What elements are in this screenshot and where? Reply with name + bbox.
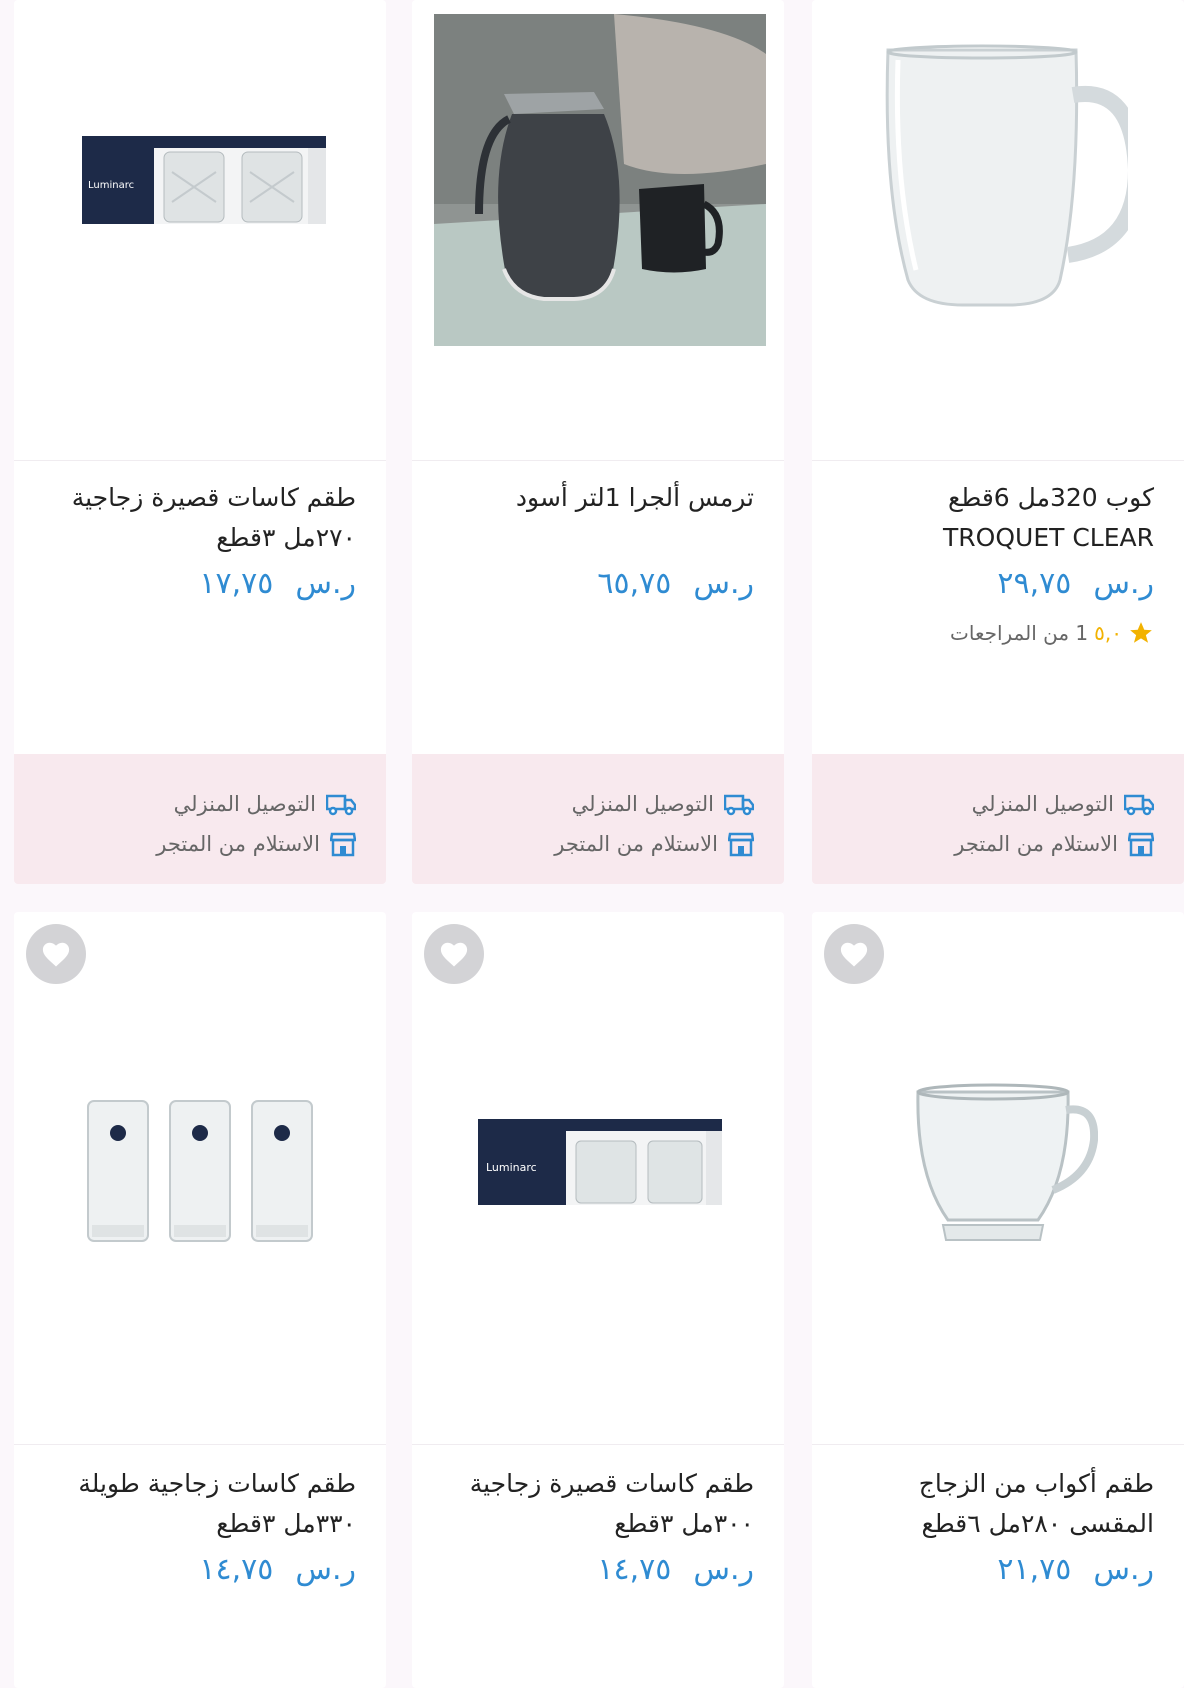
- product-price: ر.س ١٤,٧٥: [597, 1552, 754, 1587]
- home-delivery-label: التوصيل المنزلي: [971, 792, 1114, 816]
- product-card[interactable]: كوب 320مل 6قطع TROQUET CLEAR ر.س ٢٩,٧٥ ٥…: [812, 0, 1184, 884]
- glass-set-box-image: Luminarc: [478, 1119, 722, 1205]
- store-pickup: الاستلام من المتجر: [14, 824, 356, 864]
- product-image[interactable]: [812, 0, 1184, 460]
- product-grid: كوب 320مل 6قطع TROQUET CLEAR ر.س ٢٩,٧٥ ٥…: [0, 0, 1184, 1688]
- product-price: ر.س ١٤,٧٥: [199, 1552, 356, 1587]
- delivery-options: التوصيل المنزلي الاستلام من المتجر: [14, 754, 386, 884]
- product-card[interactable]: Luminarc طقم كاسات قصيرة زجاجية ٢٧٠مل ٣ق…: [14, 0, 386, 884]
- brand-logo: Luminarc: [88, 180, 134, 191]
- star-icon: [1130, 622, 1152, 643]
- store-pickup: الاستلام من المتجر: [412, 824, 754, 864]
- store-icon: [728, 832, 754, 857]
- store-icon: [330, 832, 356, 857]
- product-name[interactable]: طقم كاسات قصيرة زجاجية ٣٠٠مل ٣قطع: [434, 1464, 754, 1544]
- home-delivery: التوصيل المنزلي: [812, 784, 1154, 824]
- truck-icon: [1124, 794, 1154, 816]
- product-image[interactable]: [14, 912, 386, 1444]
- price-value: ٦٥,٧٥: [597, 566, 672, 601]
- brand-logo: Luminarc: [486, 1161, 537, 1174]
- product-card[interactable]: ترمس ألجرا 1لتر أسود ر.س ٦٥,٧٥ التوصيل ا…: [412, 0, 784, 884]
- store-pickup-label: الاستلام من المتجر: [554, 832, 718, 856]
- currency: ر.س: [693, 566, 754, 601]
- price-value: ١٤,٧٥: [597, 1552, 672, 1587]
- product-image[interactable]: [812, 912, 1184, 1444]
- currency: ر.س: [1093, 1552, 1154, 1587]
- product-price: ر.س ٢٩,٧٥: [997, 566, 1154, 601]
- product-card[interactable]: طقم كاسات زجاجية طويلة ٣٣٠مل ٣قطع ر.س ١٤…: [14, 912, 386, 1688]
- product-price: ر.س ٢١,٧٥: [997, 1552, 1154, 1587]
- delivery-options: التوصيل المنزلي الاستلام من المتجر: [812, 754, 1184, 884]
- price-value: ١٤,٧٥: [199, 1552, 274, 1587]
- currency: ر.س: [295, 566, 356, 601]
- truck-icon: [724, 794, 754, 816]
- product-price: ر.س ١٧,٧٥: [199, 566, 356, 601]
- thermos-image: [434, 14, 766, 346]
- truck-icon: [326, 794, 356, 816]
- store-pickup-label: الاستلام من المتجر: [156, 832, 320, 856]
- product-name[interactable]: طقم كاسات قصيرة زجاجية ٢٧٠مل ٣قطع: [36, 478, 356, 558]
- product-card[interactable]: طقم أكواب من الزجاج المقسى ٢٨٠مل ٦قطع ر.…: [812, 912, 1184, 1688]
- product-name[interactable]: طقم أكواب من الزجاج المقسى ٢٨٠مل ٦قطع: [834, 1464, 1154, 1544]
- price-value: ٢١,٧٥: [997, 1552, 1072, 1587]
- price-value: ١٧,٧٥: [199, 566, 274, 601]
- currency: ر.س: [693, 1552, 754, 1587]
- glass-set-box-image: Luminarc: [82, 136, 326, 224]
- currency: ر.س: [295, 1552, 356, 1587]
- store-pickup: الاستلام من المتجر: [812, 824, 1154, 864]
- glass-cup-image: [916, 1083, 1098, 1241]
- tall-glasses-image: [87, 1100, 313, 1242]
- store-icon: [1128, 832, 1154, 857]
- store-pickup-label: الاستلام من المتجر: [954, 832, 1118, 856]
- rating-score: ٥,٠: [1094, 621, 1122, 645]
- product-image[interactable]: Luminarc: [14, 0, 386, 460]
- glass-mug-image: [885, 44, 1128, 307]
- product-card[interactable]: Luminarc طقم كاسات قصيرة زجاجية ٣٠٠مل ٣ق…: [412, 912, 784, 1688]
- price-value: ٢٩,٧٥: [997, 566, 1072, 601]
- product-name[interactable]: طقم كاسات زجاجية طويلة ٣٣٠مل ٣قطع: [36, 1464, 356, 1544]
- currency: ر.س: [1093, 566, 1154, 601]
- product-name[interactable]: كوب 320مل 6قطع TROQUET CLEAR: [834, 478, 1154, 558]
- rating-count: 1 من المراجعات: [950, 621, 1089, 645]
- home-delivery-label: التوصيل المنزلي: [173, 792, 316, 816]
- product-price: ر.س ٦٥,٧٥: [597, 566, 754, 601]
- delivery-options: التوصيل المنزلي الاستلام من المتجر: [412, 754, 784, 884]
- product-rating: ٥,٠ 1 من المراجعات: [950, 620, 1154, 646]
- home-delivery: التوصيل المنزلي: [14, 784, 356, 824]
- product-name[interactable]: ترمس ألجرا 1لتر أسود: [434, 478, 754, 518]
- home-delivery: التوصيل المنزلي: [412, 784, 754, 824]
- home-delivery-label: التوصيل المنزلي: [571, 792, 714, 816]
- product-image[interactable]: Luminarc: [412, 912, 784, 1444]
- product-image[interactable]: [412, 0, 784, 460]
